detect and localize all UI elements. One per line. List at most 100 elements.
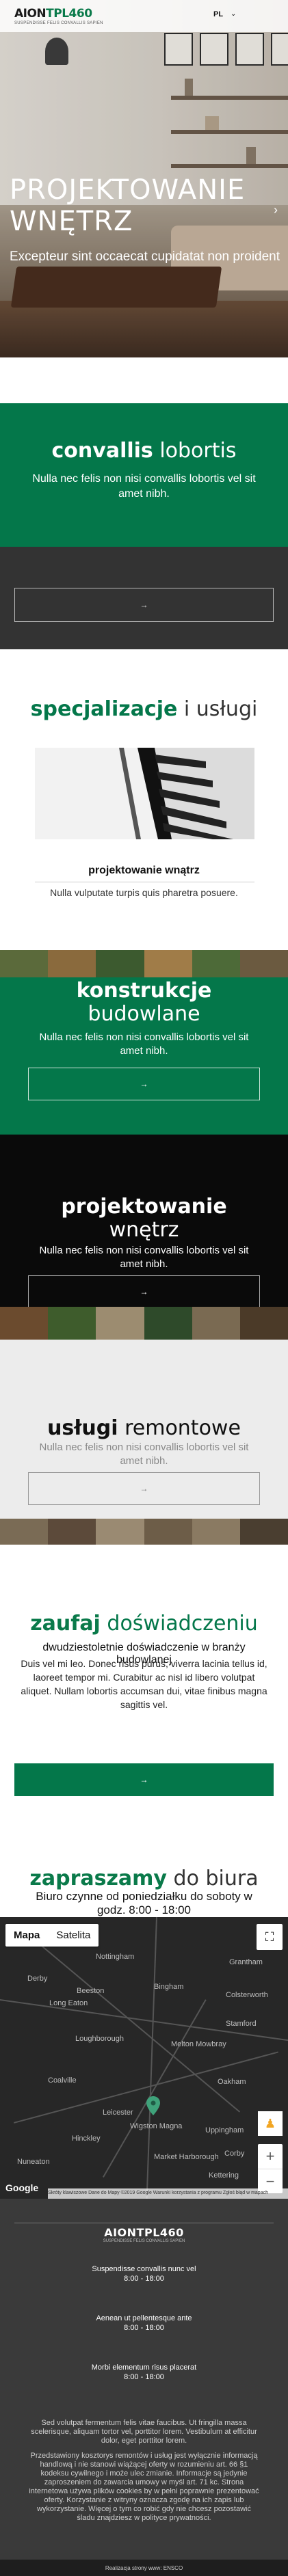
footer-hours-block: Aenean ut pellentesque ante 8:00 - 18:00: [0, 2314, 288, 2333]
map-label: Nottingham: [96, 1953, 135, 1961]
footer-tagline: SUSPENDISSE FELIS CONVALLIS SAPIEN: [103, 2239, 185, 2243]
title-light: do biura: [167, 1867, 259, 1890]
contact-title: zapraszamy do biura: [0, 1867, 288, 1890]
map-type-tabs: Mapa Satelita: [5, 1924, 99, 1947]
card-title-light: budowlane: [88, 1002, 200, 1026]
map-label: Market Harborough: [154, 2153, 219, 2161]
intro-section: convallis lobortis Nulla nec felis non n…: [0, 403, 288, 547]
card-title: usługi remontowe: [0, 1416, 288, 1440]
tab-satellite[interactable]: Satelita: [48, 1924, 99, 1947]
arrow-right-icon: →: [140, 1079, 148, 1089]
intro-title-bold: convallis: [51, 439, 153, 463]
fullscreen-icon[interactable]: ⛶: [257, 1924, 283, 1950]
card-button[interactable]: →: [28, 1068, 260, 1100]
service-card-renovation: usługi remontowe Nulla nec felis non nis…: [0, 1340, 288, 1545]
card-title-light: wnętrz: [109, 1218, 179, 1242]
arrow-right-icon: →: [140, 1484, 148, 1493]
map-label: Stamford: [226, 2020, 257, 2028]
logo[interactable]: AIONTPL460 SUSPENDISSE FELIS CONVALLIS S…: [14, 7, 103, 25]
arrow-right-icon: →: [140, 600, 148, 610]
block-title: Morbi elementum risus placerat: [91, 2363, 197, 2372]
map-label: Hinckley: [72, 2134, 101, 2143]
logo-tagline: SUSPENDISSE FELIS CONVALLIS SAPIEN: [14, 21, 103, 25]
map-label: Wigston Magna: [130, 2122, 183, 2130]
block-hours: 8:00 - 18:00: [124, 2373, 164, 2381]
title-light: doświadczeniu: [100, 1612, 258, 1636]
experience-title: zaufaj doświadczeniu: [0, 1612, 288, 1636]
specialization-caption[interactable]: projektowanie wnątrz: [0, 865, 288, 877]
service-card-interior: projektowanie wnętrz Nulla nec felis non…: [0, 1135, 288, 1340]
map-label: Corby: [224, 2150, 245, 2158]
block-hours: 8:00 - 18:00: [124, 2324, 164, 2332]
hero-section: AIONTPL460 SUSPENDISSE FELIS CONVALLIS S…: [0, 0, 288, 357]
hero-title-line1: PROJEKTOWANIE: [10, 174, 246, 206]
spacer: [0, 357, 288, 403]
experience-section: zaufaj doświadczeniu dwudziestoletnie do…: [0, 1545, 288, 1900]
map-label: Derby: [27, 1975, 48, 1983]
card-image-strip: [0, 1307, 288, 1340]
arrow-right-icon: →: [140, 1775, 148, 1785]
card-title-light: remontowe: [118, 1416, 241, 1440]
section-title: specjalizacje i usługi: [0, 697, 288, 721]
map-attribution[interactable]: Skróty klawiszowe Dane do Mapy ©2019 Goo…: [48, 2188, 288, 2199]
intro-text: Nulla nec felis non nisi convallis lobor…: [32, 473, 256, 500]
logo-part1: AION: [14, 7, 47, 21]
card-title-bold: usługi: [47, 1416, 118, 1440]
zoom-control: + −: [258, 2144, 283, 2193]
dark-band: →: [0, 547, 288, 649]
map-label: Grantham: [229, 1958, 263, 1966]
block-hours: 8:00 - 18:00: [124, 2275, 164, 2283]
map-label: Melton Mowbray: [171, 2040, 226, 2048]
google-map[interactable]: Nottingham Derby Grantham Beeston Long E…: [0, 1917, 288, 2199]
footer-hours-block: Suspendisse convallis nunc vel 8:00 - 18…: [0, 2264, 288, 2283]
card-text: Nulla nec felis non nisi convallis lobor…: [39, 1031, 249, 1057]
hero-subtitle: Excepteur sint occaecat cupidatat non pr…: [10, 249, 280, 264]
map-label: Uppingham: [205, 2126, 244, 2134]
map-pin-icon[interactable]: [146, 2096, 160, 2115]
chevron-down-icon[interactable]: ⌄: [231, 10, 236, 18]
chevron-right-icon[interactable]: ›: [274, 203, 278, 217]
footer-disclaimer: Przedstawiony kosztorys remontów i usług…: [29, 2452, 259, 2522]
map-label: Nuneaton: [17, 2158, 50, 2166]
zoom-in-button[interactable]: +: [258, 2144, 283, 2169]
experience-text: Duis vel mi leo. Donec risus purus, vive…: [21, 1658, 267, 1710]
arrow-right-icon: →: [140, 1287, 148, 1297]
experience-button[interactable]: →: [14, 1763, 274, 1796]
footer: AIONTPL460 SUSPENDISSE FELIS CONVALLIS S…: [0, 2199, 288, 2560]
google-logo: Google: [5, 2182, 39, 2193]
footer-logo: AIONTPL460: [104, 2226, 184, 2239]
intro-title-light: lobortis: [153, 439, 237, 463]
card-image-strip: [0, 950, 288, 977]
credits-link[interactable]: Realizacja strony www: ENSCO: [105, 2565, 183, 2571]
footer-hours-block: Morbi elementum risus placerat 8:00 - 18…: [0, 2363, 288, 2382]
card-text: Nulla nec felis non nisi convallis lobor…: [39, 1245, 249, 1270]
office-hours: Biuro czynne od poniedziałku do soboty w…: [36, 1890, 252, 1916]
top-bar: AIONTPL460 SUSPENDISSE FELIS CONVALLIS S…: [0, 0, 288, 32]
card-title-bold: konstrukcje: [76, 979, 212, 1003]
hero-title-line2: WNĘTRZ: [10, 206, 133, 237]
logo-part2: TPL460: [46, 7, 92, 21]
map-label: Beeston: [77, 1987, 105, 1995]
more-button[interactable]: →: [14, 588, 274, 622]
staircase-image[interactable]: [35, 748, 254, 839]
map-road: [103, 1999, 207, 2178]
card-text: Nulla nec felis non nisi convallis lobor…: [39, 1441, 249, 1467]
hero-title: PROJEKTOWANIE WNĘTRZ: [10, 174, 245, 237]
street-view-icon[interactable]: ♟: [258, 2111, 283, 2136]
intro-title: convallis lobortis: [0, 439, 288, 463]
block-title: Aenean ut pellentesque ante: [96, 2314, 192, 2322]
title-light: i usługi: [177, 697, 258, 721]
map-label: Kettering: [209, 2171, 239, 2180]
language-selector[interactable]: PL: [213, 10, 223, 18]
card-image-strip: [0, 1519, 288, 1545]
card-button[interactable]: →: [28, 1275, 260, 1308]
map-label: Coalville: [48, 2076, 77, 2085]
card-button[interactable]: →: [28, 1472, 260, 1505]
map-label: Oakham: [218, 2078, 246, 2086]
bottom-bar: Realizacja strony www: ENSCO: [0, 2560, 288, 2576]
card-title-bold: projektowanie: [61, 1195, 227, 1219]
tab-map[interactable]: Mapa: [5, 1924, 48, 1947]
footer-paragraph: Sed volutpat fermentum felis vitae fauci…: [31, 2419, 257, 2445]
specialization-description: Nulla vulputate turpis quis pharetra pos…: [50, 887, 238, 898]
service-card-construction: konstrukcje budowlane Nulla nec felis no…: [0, 950, 288, 1135]
